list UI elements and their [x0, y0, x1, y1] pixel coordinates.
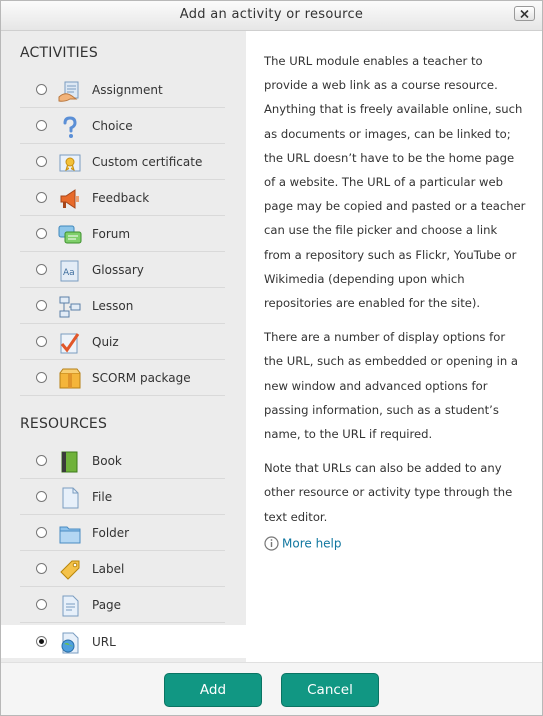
svg-text:Aa: Aa [63, 268, 75, 278]
glossary-icon: Aa [60, 260, 79, 282]
module-label: File [92, 490, 113, 504]
module-radio[interactable] [36, 527, 47, 538]
more-help-link[interactable]: More help [264, 536, 342, 560]
module-radio[interactable] [36, 636, 47, 647]
scorm-icon [59, 368, 81, 389]
module-label: Book [92, 454, 122, 468]
module-radio[interactable] [36, 563, 47, 574]
module-item-choice[interactable]: Choice [20, 109, 225, 144]
module-item-page[interactable]: Page [20, 588, 225, 623]
module-description-panel: The URL module enables a teacher to prov… [246, 31, 542, 662]
choice-icon [63, 116, 77, 138]
module-item-lesson[interactable]: Lesson [20, 289, 225, 324]
page-icon [62, 595, 79, 617]
module-list-panel[interactable]: ACTIVITIES Assignment Choice Custom cert… [1, 31, 246, 662]
module-label: Glossary [92, 263, 144, 277]
module-item-assignment[interactable]: Assignment [20, 73, 225, 108]
module-label: Assignment [92, 83, 163, 97]
module-label: Choice [92, 119, 133, 133]
cancel-button[interactable]: Cancel [281, 673, 379, 707]
label-icon [60, 560, 80, 580]
module-radio[interactable] [36, 455, 47, 466]
module-item-book[interactable]: Book [20, 444, 225, 479]
forum-icon [58, 225, 82, 244]
module-label: Forum [92, 227, 131, 241]
lesson-icon [59, 296, 81, 318]
folder-icon [59, 526, 81, 544]
module-label: Lesson [92, 299, 134, 313]
module-description: The URL module enables a teacher to prov… [264, 49, 526, 539]
module-label: Quiz [92, 335, 119, 349]
file-icon [62, 487, 79, 509]
dialog-header: Add an activity or resource [1, 1, 542, 31]
module-label: URL [92, 635, 116, 649]
module-radio[interactable] [36, 264, 47, 275]
module-label: Page [92, 598, 122, 612]
module-radio[interactable] [36, 491, 47, 502]
activities-heading: ACTIVITIES [20, 45, 98, 61]
module-item-label[interactable]: Label [20, 552, 225, 587]
add-button[interactable]: Add [164, 673, 262, 707]
info-icon [264, 536, 279, 551]
feedback-icon [60, 189, 79, 209]
module-radio[interactable] [36, 300, 47, 311]
module-item-quiz[interactable]: Quiz [20, 325, 225, 360]
close-icon [520, 10, 529, 18]
description-paragraph: There are a number of display options fo… [264, 330, 518, 442]
module-label: Custom certificate [92, 155, 203, 169]
description-paragraph: Note that URLs can also be added to any … [264, 461, 513, 524]
module-radio[interactable] [36, 336, 47, 347]
dialog-footer: Add Cancel [1, 662, 542, 715]
module-radio[interactable] [36, 120, 47, 131]
certificate-icon [59, 154, 81, 172]
module-item-custom-certificate[interactable]: Custom certificate [20, 145, 225, 180]
assignment-icon [58, 81, 79, 102]
url-icon [61, 632, 79, 654]
add-activity-dialog: Add an activity or resource ACTIVITIES A… [0, 0, 543, 716]
description-paragraph: The URL module enables a teacher to prov… [264, 54, 526, 311]
module-label: Feedback [92, 191, 150, 205]
module-item-glossary[interactable]: Aa Glossary [20, 253, 225, 288]
close-button[interactable] [514, 6, 535, 21]
module-label: Label [92, 562, 125, 576]
module-item-file[interactable]: File [20, 480, 225, 515]
module-radio[interactable] [36, 372, 47, 383]
more-help-label: More help [282, 536, 342, 551]
module-radio[interactable] [36, 599, 47, 610]
module-radio[interactable] [36, 192, 47, 203]
module-label: SCORM package [92, 371, 191, 385]
module-radio[interactable] [36, 156, 47, 167]
resources-heading: RESOURCES [20, 416, 108, 432]
dialog-title: Add an activity or resource [179, 7, 364, 22]
module-radio[interactable] [36, 228, 47, 239]
module-label: Folder [92, 526, 130, 540]
module-item-scorm-package[interactable]: SCORM package [20, 361, 225, 396]
book-icon [61, 451, 78, 473]
module-radio[interactable] [36, 84, 47, 95]
module-item-url[interactable]: URL [1, 625, 246, 660]
module-item-folder[interactable]: Folder [20, 516, 225, 551]
module-item-feedback[interactable]: Feedback [20, 181, 225, 216]
quiz-icon [60, 333, 80, 354]
module-item-forum[interactable]: Forum [20, 217, 225, 252]
